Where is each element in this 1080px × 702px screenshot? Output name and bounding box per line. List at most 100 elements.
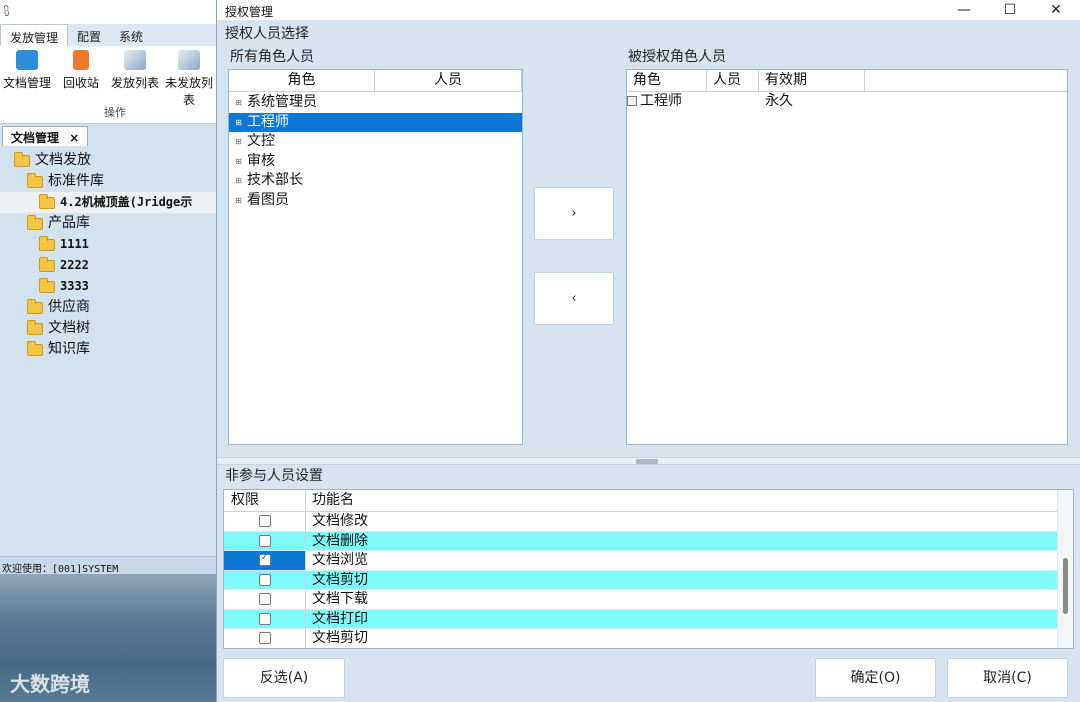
- release-list-button[interactable]: 发放列表: [108, 50, 162, 108]
- column-permission[interactable]: 权限: [224, 490, 306, 511]
- all-roles-list[interactable]: 角色 人员 ⊞ 系统管理员 ⊞ 工程师 ⊞ 文控 ⊞ 审核 ⊞ 技术部长 ⊞ 看图员: [228, 69, 523, 445]
- tree-node[interactable]: 1111: [0, 234, 218, 255]
- permission-checkbox[interactable]: [258, 573, 271, 586]
- function-row[interactable]: 文档下载: [224, 590, 1073, 610]
- ribbon-tab-release[interactable]: 发放管理: [0, 24, 69, 46]
- column-person[interactable]: 人员: [707, 70, 759, 92]
- expand-icon[interactable]: ⊞: [235, 196, 242, 204]
- function-row[interactable]: 文档剪切: [224, 570, 1073, 590]
- tree-node[interactable]: 文档发放: [0, 150, 218, 171]
- column-function-name[interactable]: 功能名: [306, 490, 1073, 511]
- column-role[interactable]: 角色: [229, 70, 375, 92]
- permission-checkbox[interactable]: [258, 612, 271, 625]
- cancel-button[interactable]: 取消(C): [947, 658, 1068, 698]
- role-row-doc-control[interactable]: ⊞ 文控: [229, 132, 522, 152]
- function-rows: 文档修改 文档删除 文档浏览 文档剪切 文档下载 文档打印: [224, 512, 1073, 648]
- expand-icon[interactable]: ⊞: [235, 177, 242, 185]
- trash-icon: [73, 50, 89, 70]
- tree-node[interactable]: 3333: [0, 276, 218, 297]
- dialog-title: 授权管理: [225, 5, 274, 19]
- authorization-dialog: 授权管理 — ☐ ✕ 授权人员选择 所有角色人员 被授权角色人员 角色 人员 ⊞…: [216, 0, 1080, 702]
- function-row[interactable]: 文档剪切: [224, 629, 1073, 648]
- authorized-roles-list[interactable]: 角色 人员 有效期 工程师 永久: [626, 69, 1068, 445]
- tree-node[interactable]: 4.2机械顶盖(Jridge示: [0, 192, 218, 213]
- authorized-person: [707, 91, 759, 111]
- role-row-engineer[interactable]: ⊞ 工程师: [229, 112, 522, 132]
- doc-manage-button[interactable]: 文档管理: [0, 50, 54, 108]
- app-titlebar: ⩉: [0, 0, 218, 24]
- scrollbar-thumb[interactable]: [1063, 558, 1068, 614]
- column-validity[interactable]: 有效期: [759, 70, 865, 92]
- expand-icon[interactable]: ⊞: [235, 138, 242, 146]
- permission-checkbox[interactable]: [258, 534, 271, 547]
- maximize-button[interactable]: ☐: [987, 0, 1033, 20]
- role-row-review[interactable]: ⊞ 审核: [229, 152, 522, 172]
- watermark-logo: 大数跨境: [10, 672, 90, 696]
- tree-node[interactable]: 知识库: [0, 339, 218, 360]
- ribbon-tab-config[interactable]: 配置: [68, 24, 110, 46]
- authorized-roles-header: 角色 人员 有效期: [627, 70, 1067, 92]
- permission-checkbox[interactable]: [258, 552, 271, 567]
- expand-icon[interactable]: ⊞: [235, 157, 242, 165]
- ribbon-group-label: 操作: [104, 106, 126, 119]
- role-row-tech-head[interactable]: ⊞ 技术部长: [229, 171, 522, 191]
- app-menu-icon[interactable]: ⩉: [4, 4, 9, 17]
- function-grid-header: 权限 功能名: [224, 490, 1073, 512]
- folder-icon: [39, 235, 55, 251]
- expand-icon[interactable]: ⊞: [235, 99, 242, 107]
- authorized-roles-label: 被授权角色人员: [628, 49, 726, 65]
- folder-icon: [27, 319, 43, 335]
- close-icon[interactable]: ×: [69, 131, 79, 145]
- unreleased-list-icon: [178, 50, 200, 70]
- ribbon-tab-system[interactable]: 系统: [110, 24, 152, 46]
- folder-icon: [39, 277, 55, 293]
- folder-icon: [27, 214, 43, 230]
- recycle-bin-button[interactable]: 回收站: [54, 50, 108, 108]
- document-tree: 文档发放 标准件库 4.2机械顶盖(Jridge示 产品库 1111 2222 …: [0, 146, 218, 360]
- authorized-row[interactable]: 工程师 永久: [627, 91, 1067, 111]
- role-row-viewer[interactable]: ⊞ 看图员: [229, 191, 522, 211]
- role-icon: [627, 96, 637, 106]
- invert-selection-button[interactable]: 反选(A): [223, 658, 345, 698]
- ribbon-tabs: 发放管理 配置 系统: [0, 24, 218, 46]
- section-non-participant-label: 非参与人员设置: [225, 468, 323, 484]
- column-role[interactable]: 角色: [627, 70, 707, 92]
- unreleased-list-label: 未发放列表: [164, 76, 213, 107]
- function-permission-grid[interactable]: 权限 功能名 文档修改 文档删除 文档浏览 文档剪切 文档下载: [223, 489, 1074, 649]
- unreleased-list-button[interactable]: 未发放列表: [162, 50, 216, 108]
- section-select-label: 授权人员选择: [225, 26, 309, 42]
- add-to-authorized-button[interactable]: ›: [534, 187, 614, 240]
- function-row[interactable]: 文档修改: [224, 512, 1073, 532]
- minimize-button[interactable]: —: [941, 0, 987, 20]
- expand-icon[interactable]: ⊞: [235, 118, 242, 126]
- role-row-sysadmin[interactable]: ⊞ 系统管理员: [229, 93, 522, 113]
- folder-icon: [27, 298, 43, 314]
- column-person[interactable]: 人员: [375, 70, 522, 92]
- function-row[interactable]: 文档删除: [224, 531, 1073, 551]
- tree-node[interactable]: 文档树: [0, 318, 218, 339]
- ok-button[interactable]: 确定(O): [815, 658, 936, 698]
- remove-from-authorized-button[interactable]: ‹: [534, 272, 614, 325]
- authorized-validity: 永久: [765, 93, 793, 109]
- splitter-grip-icon[interactable]: [636, 459, 658, 464]
- tree-node[interactable]: 2222: [0, 255, 218, 276]
- tree-node[interactable]: 标准件库: [0, 171, 218, 192]
- release-list-label: 发放列表: [110, 76, 159, 90]
- folder-icon: [27, 172, 43, 188]
- tree-node[interactable]: 供应商: [0, 297, 218, 318]
- folder-icon: [14, 151, 30, 167]
- doc-manage-label: 文档管理: [2, 76, 51, 90]
- function-row[interactable]: 文档打印: [224, 609, 1073, 629]
- document-tab[interactable]: 文档管理 ×: [2, 126, 89, 146]
- tree-node[interactable]: 产品库: [0, 213, 218, 234]
- panel-splitter[interactable]: [217, 457, 1080, 465]
- function-grid-scrollbar[interactable]: [1057, 490, 1073, 648]
- all-roles-label: 所有角色人员: [230, 49, 314, 65]
- function-row[interactable]: 文档浏览: [224, 551, 1073, 571]
- folder-icon: [27, 340, 43, 356]
- permission-checkbox[interactable]: [258, 515, 271, 528]
- close-button[interactable]: ✕: [1033, 0, 1079, 20]
- doc-manage-icon: [16, 50, 38, 70]
- permission-checkbox[interactable]: [258, 593, 271, 606]
- permission-checkbox[interactable]: [258, 632, 271, 645]
